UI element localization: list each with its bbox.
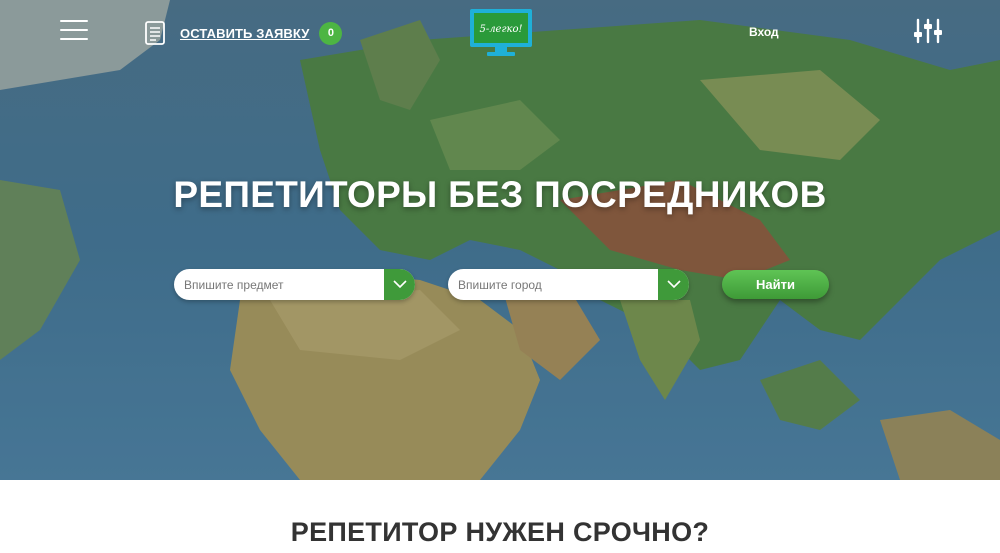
subject-dropdown-button[interactable] <box>384 269 415 300</box>
hero-banner: ОСТАВИТЬ ЗАЯВКУ 0 5-легко! Вход РЕПЕТИТО… <box>0 0 1000 480</box>
menu-button[interactable] <box>60 18 88 42</box>
city-dropdown-button[interactable] <box>658 269 689 300</box>
search-button[interactable]: Найти <box>722 270 829 299</box>
hero-title: РЕПЕТИТОРЫ БЕЗ ПОСРЕДНИКОВ <box>173 174 827 215</box>
logo-text: 5-легко! <box>479 24 522 35</box>
section-title: РЕПЕТИТОР НУЖЕН СРОЧНО? <box>290 517 710 547</box>
leave-request-link[interactable]: ОСТАВИТЬ ЗАЯВКУ 0 <box>145 21 343 45</box>
site-logo[interactable]: 5-легко! <box>469 8 533 58</box>
sliders-icon[interactable] <box>913 18 943 44</box>
chevron-down-icon <box>666 280 681 289</box>
subject-field[interactable] <box>174 269 415 300</box>
leave-request-label[interactable]: ОСТАВИТЬ ЗАЯВКУ <box>180 26 309 41</box>
login-link[interactable]: Вход <box>749 25 779 39</box>
city-field[interactable] <box>448 269 689 300</box>
document-icon <box>145 21 165 45</box>
subject-input[interactable] <box>174 269 384 300</box>
chevron-down-icon <box>392 280 407 289</box>
city-input[interactable] <box>448 269 658 300</box>
request-count-badge: 0 <box>319 21 343 45</box>
